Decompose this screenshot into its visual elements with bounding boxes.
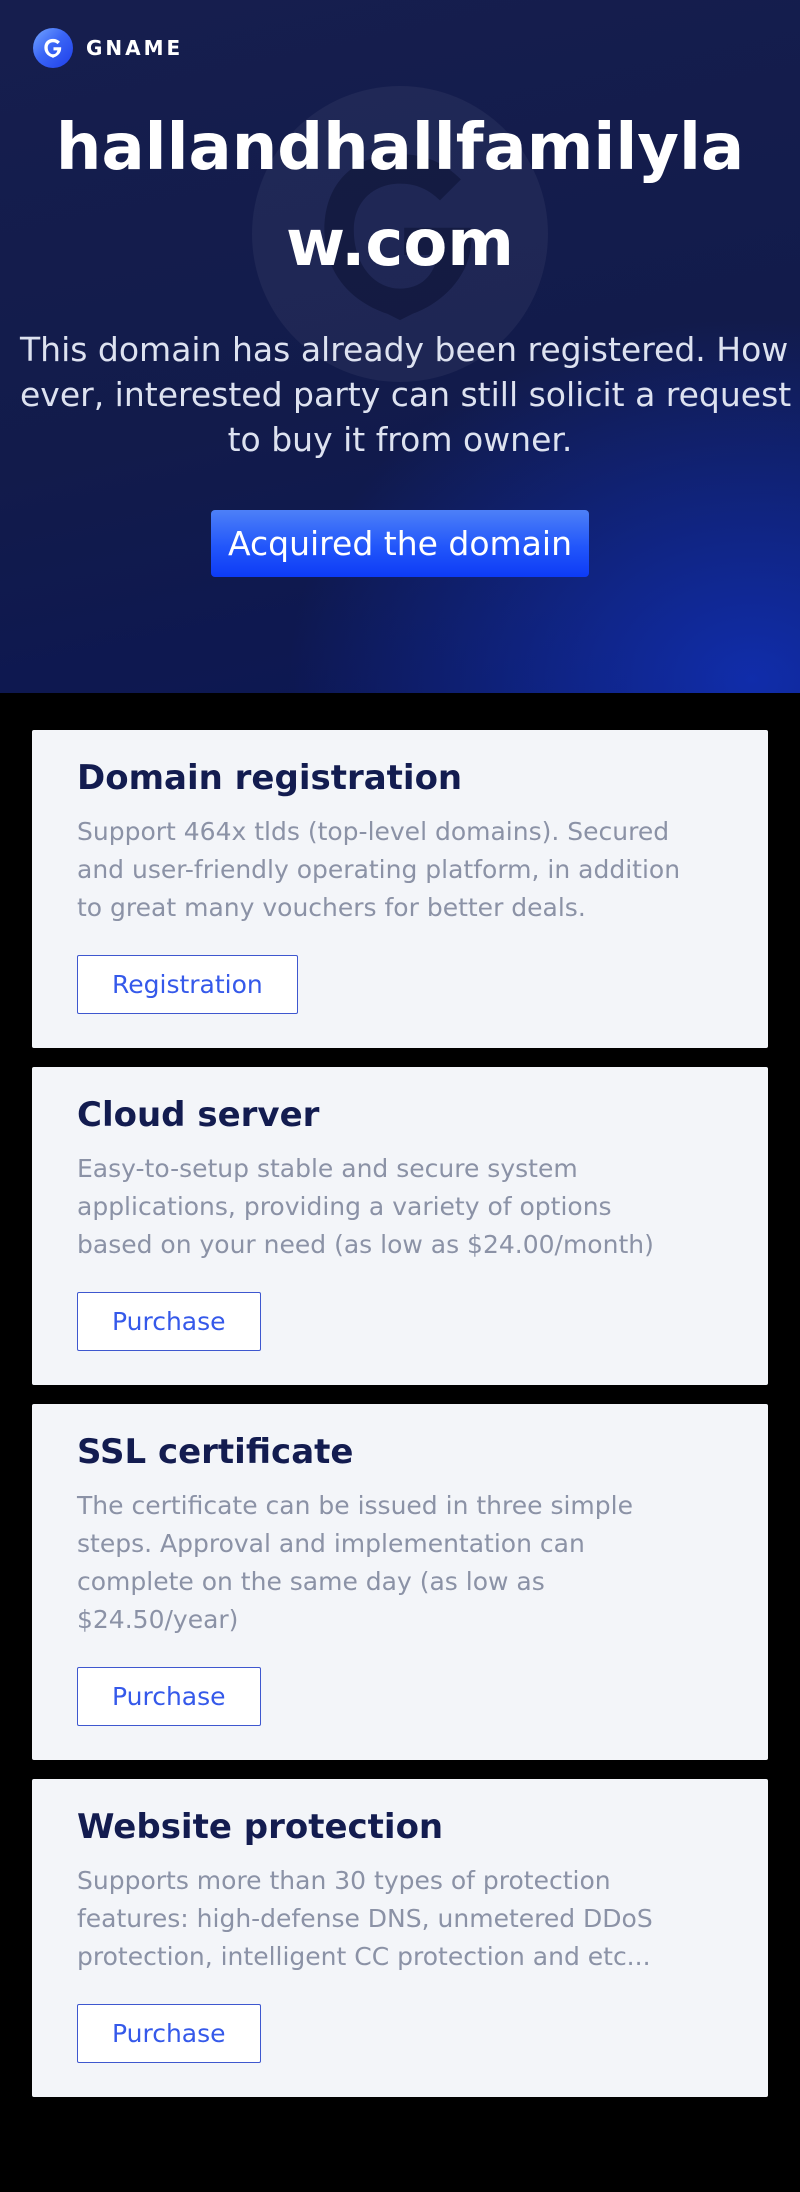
service-card-website-protection: Website protection Supports more than 30…	[32, 1779, 768, 2097]
hero-description: This domain has already been registered.…	[0, 327, 800, 462]
gname-logo-icon	[33, 28, 73, 68]
card-description: The certificate can be issued in three s…	[77, 1487, 691, 1639]
card-title: SSL certificate	[77, 1430, 723, 1474]
card-description: Supports more than 30 types of protectio…	[77, 1862, 691, 1976]
hero-description-line: This domain has already been registered.…	[20, 327, 780, 372]
hero-section: GNAME hallandhallfamilyla w.com This dom…	[0, 0, 800, 693]
domain-line-2: w.com	[36, 196, 764, 292]
acquired-domain-button[interactable]: Acquired the domain	[211, 510, 589, 577]
brand-logo[interactable]: GNAME	[33, 28, 800, 68]
hero-description-line: ever, interested party can still solicit…	[20, 372, 780, 417]
brand-name: GNAME	[86, 36, 183, 60]
purchase-website-protection-button[interactable]: Purchase	[77, 2004, 261, 2063]
registration-button[interactable]: Registration	[77, 955, 298, 1014]
card-title: Website protection	[77, 1805, 723, 1849]
page: GNAME hallandhallfamilyla w.com This dom…	[0, 0, 800, 2192]
service-card-cloud-server: Cloud server Easy-to-setup stable and se…	[32, 1067, 768, 1385]
hero-description-line: to buy it from owner.	[20, 417, 780, 462]
service-card-domain-registration: Domain registration Support 464x tlds (t…	[32, 730, 768, 1048]
card-description: Support 464x tlds (top-level domains). S…	[77, 813, 691, 927]
purchase-cloud-server-button[interactable]: Purchase	[77, 1292, 261, 1351]
domain-line-1: hallandhallfamilyla	[36, 100, 764, 196]
card-description: Easy-to-setup stable and secure system a…	[77, 1150, 691, 1264]
card-title: Domain registration	[77, 756, 723, 800]
purchase-ssl-certificate-button[interactable]: Purchase	[77, 1667, 261, 1726]
service-card-ssl-certificate: SSL certificate The certificate can be i…	[32, 1404, 768, 1760]
card-title: Cloud server	[77, 1093, 723, 1137]
page-title-domain: hallandhallfamilyla w.com	[0, 100, 800, 292]
services-section: Domain registration Support 464x tlds (t…	[0, 693, 800, 2097]
